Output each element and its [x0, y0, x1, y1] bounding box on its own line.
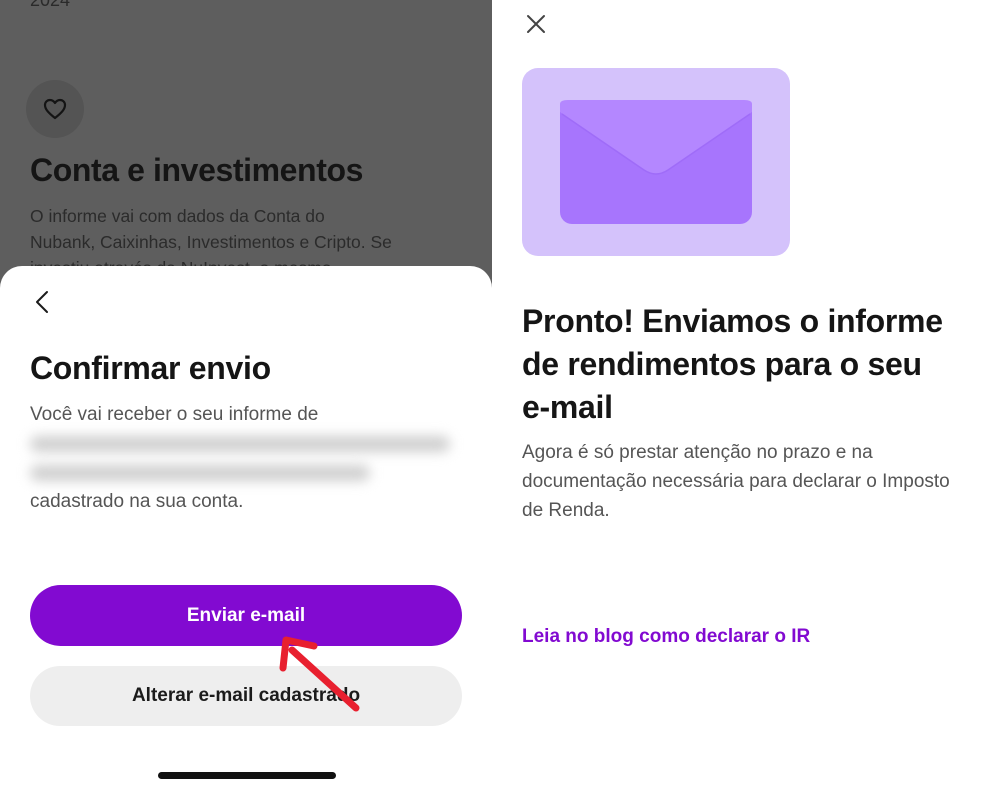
- dimmed-background: 2024 Conta e investimentos O informe vai…: [0, 0, 492, 300]
- right-screen: Pronto! Enviamos o informe de rendimento…: [492, 0, 984, 790]
- background-title: Conta e investimentos: [30, 152, 364, 188]
- success-description: Agora é só prestar atenção no prazo e na…: [522, 442, 950, 521]
- envelope-icon: [560, 100, 752, 224]
- envelope-illustration: [522, 68, 790, 256]
- change-email-button[interactable]: Alterar e-mail cadastrado: [30, 666, 462, 726]
- background-description-line: Nubank, Caixinhas, Investimentos e Cript…: [30, 232, 392, 252]
- redacted-text: [30, 458, 470, 487]
- chevron-left-icon[interactable]: [28, 286, 56, 318]
- redacted-text: [30, 429, 470, 458]
- heart-icon: [26, 80, 84, 138]
- close-icon[interactable]: [520, 8, 552, 40]
- sheet-title: Confirmar envio: [30, 350, 271, 386]
- success-title: Pronto! Enviamos o informe de rendimento…: [522, 303, 943, 425]
- sheet-body: Você vai receber o seu informe de cadast…: [30, 400, 470, 516]
- home-indicator: [158, 772, 336, 779]
- left-screen: 2024 Conta e investimentos O informe vai…: [0, 0, 492, 790]
- bottom-sheet: Confirmar envio Você vai receber o seu i…: [0, 266, 492, 790]
- send-email-button[interactable]: Enviar e-mail: [30, 585, 462, 646]
- sheet-body-line: cadastrado na sua conta.: [30, 491, 244, 512]
- background-description-line: O informe vai com dados da Conta do: [30, 206, 325, 226]
- year-label: 2024: [30, 0, 71, 10]
- blog-link[interactable]: Leia no blog como declarar o IR: [522, 626, 810, 648]
- sheet-body-line: Você vai receber o seu informe de: [30, 404, 319, 425]
